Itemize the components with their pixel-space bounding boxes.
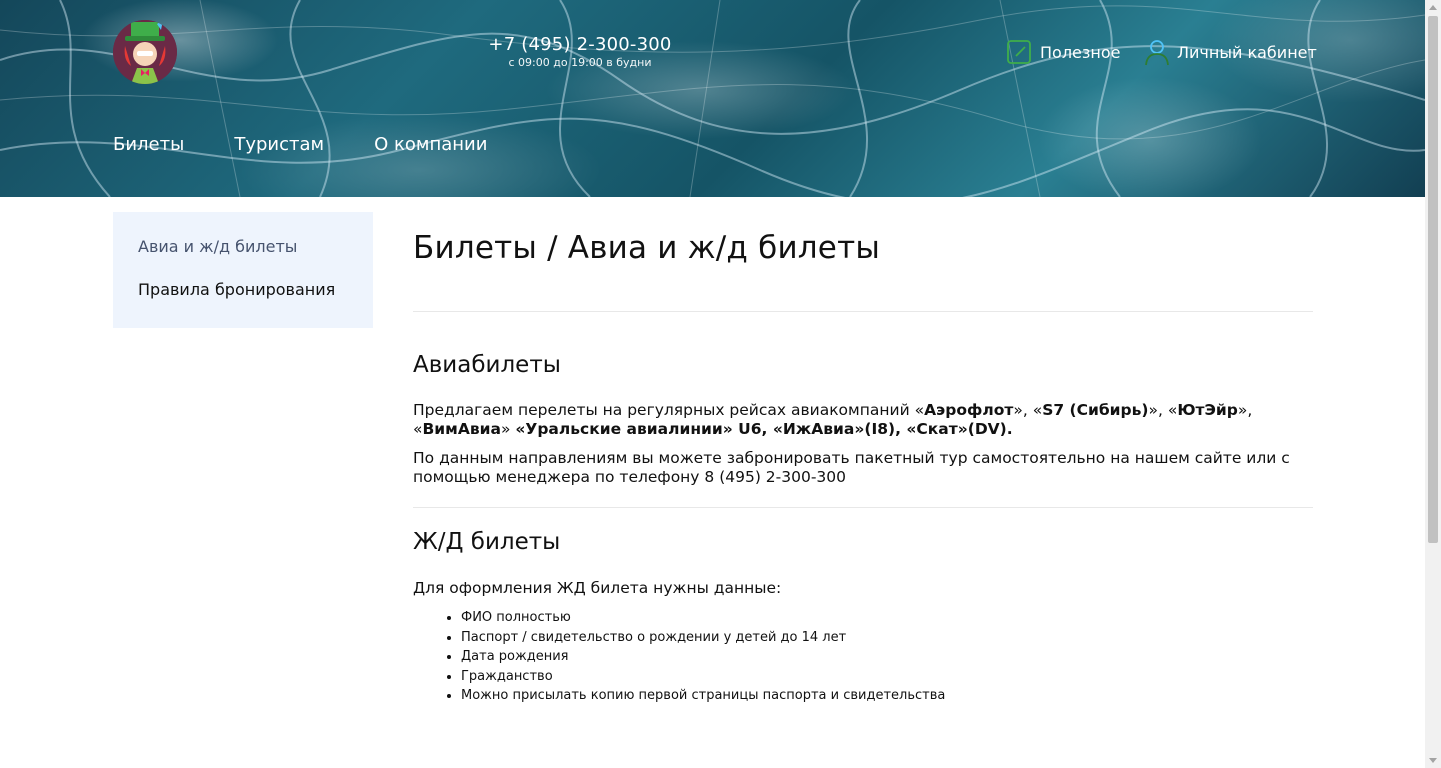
useful-link[interactable]: Полезное xyxy=(1006,38,1121,66)
water-background xyxy=(0,0,1425,197)
list-item: Можно присылать копию первой страницы па… xyxy=(461,686,1313,706)
rail-heading: Ж/Д билеты xyxy=(413,529,561,555)
personal-cabinet-link[interactable]: Личный кабинет xyxy=(1143,38,1317,66)
nav-tourists[interactable]: Туристам xyxy=(234,132,324,158)
list-item: ФИО полностью xyxy=(461,608,1313,628)
divider xyxy=(413,311,1313,312)
scroll-down-icon[interactable] xyxy=(1429,758,1437,763)
sidebar-menu: Авиа и ж/д билеты Правила бронирования xyxy=(113,212,373,328)
cabinet-label: Личный кабинет xyxy=(1177,42,1317,62)
avia-booking-paragraph: По данным направлениям вы можете заброни… xyxy=(413,449,1290,486)
airline-s7: S7 (Сибирь) xyxy=(1042,401,1149,419)
main-content: Билеты / Авиа и ж/д билеты Авиабилеты Пр… xyxy=(413,212,1313,706)
mascot-logo-icon xyxy=(113,20,177,84)
rail-requirements-list: ФИО полностью Паспорт / свидетельство о … xyxy=(413,608,1313,706)
note-icon xyxy=(1006,38,1034,66)
nav-about[interactable]: О компании xyxy=(374,132,487,158)
avia-heading: Авиабилеты xyxy=(413,352,561,378)
list-item: Дата рождения xyxy=(461,647,1313,667)
divider xyxy=(413,507,1313,508)
user-icon xyxy=(1143,38,1171,66)
vertical-scrollbar[interactable] xyxy=(1425,0,1441,768)
logo[interactable] xyxy=(113,20,177,84)
text-fragment: », « xyxy=(1013,401,1043,419)
nav-tickets[interactable]: Билеты xyxy=(113,132,184,158)
scroll-up-icon[interactable] xyxy=(1429,5,1437,10)
airline-aeroflot: Аэрофлот xyxy=(924,401,1014,419)
list-item: Паспорт / свидетельство о рождении у дет… xyxy=(461,628,1313,648)
sidebar-item-booking-rules[interactable]: Правила бронирования xyxy=(138,279,348,301)
airline-others: «Уральские авиалинии» U6, «ИжАвиа»(I8), … xyxy=(515,420,1013,438)
scrollbar-thumb[interactable] xyxy=(1428,16,1438,543)
rail-intro: Для оформления ЖД билета нужны данные: xyxy=(413,579,782,597)
contact-block: +7 (495) 2-300-300 с 09:00 до 19:00 в бу… xyxy=(480,34,680,70)
useful-label: Полезное xyxy=(1040,42,1121,62)
avia-airlines-paragraph: Предлагаем перелеты на регулярных рейсах… xyxy=(413,401,1313,439)
list-item: Гражданство xyxy=(461,667,1313,687)
page-title: Билеты / Авиа и ж/д билеты xyxy=(413,230,881,266)
main-nav: Билеты Туристам О компании xyxy=(113,132,537,158)
sidebar-item-avia-rail[interactable]: Авиа и ж/д билеты xyxy=(138,236,348,258)
working-hours: с 09:00 до 19:00 в будни xyxy=(508,56,652,69)
phone-number[interactable]: +7 (495) 2-300-300 xyxy=(480,34,680,56)
airline-utair: ЮтЭйр xyxy=(1177,401,1238,419)
text-fragment: Предлагаем перелеты на регулярных рейсах… xyxy=(413,401,925,419)
site-header: +7 (495) 2-300-300 с 09:00 до 19:00 в бу… xyxy=(0,0,1425,197)
text-fragment: » xyxy=(500,420,516,438)
page: +7 (495) 2-300-300 с 09:00 до 19:00 в бу… xyxy=(0,0,1425,768)
airline-vimavia: ВимАвиа xyxy=(422,420,501,438)
text-fragment: », « xyxy=(1148,401,1178,419)
